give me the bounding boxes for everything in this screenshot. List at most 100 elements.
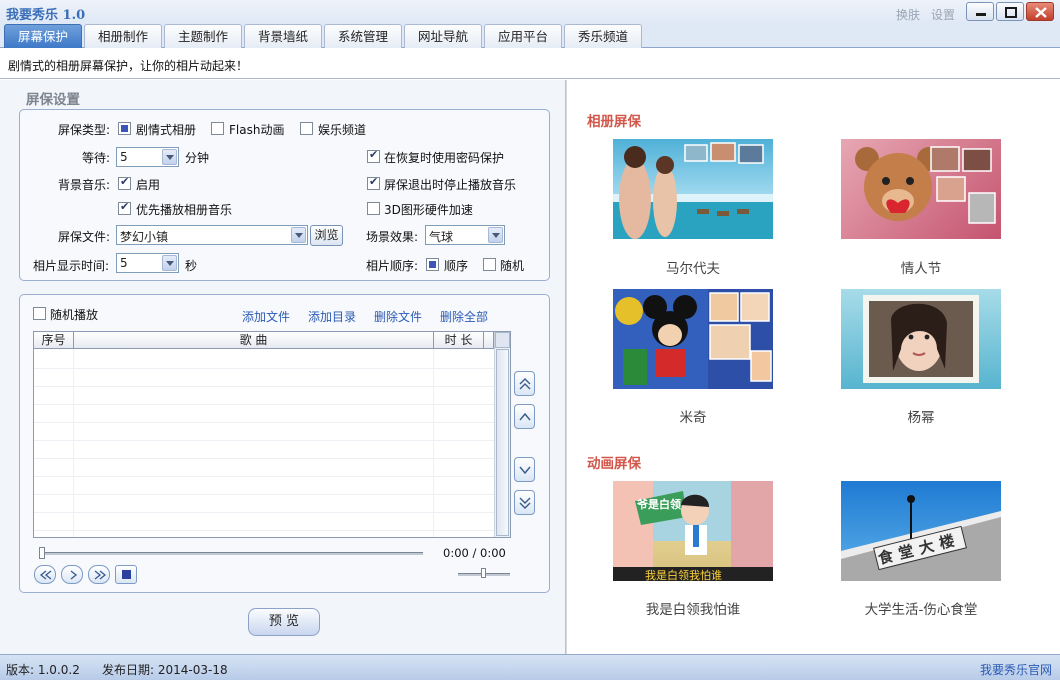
white-collar-sign-text: 爷是白领	[637, 498, 681, 511]
stop-music-checkbox[interactable]	[367, 175, 380, 190]
thumbnail-yangmi[interactable]	[841, 289, 1001, 389]
password-label: 在恢复时使用密码保护	[384, 151, 505, 165]
play-button[interactable]	[61, 565, 83, 584]
maximize-button[interactable]	[996, 2, 1024, 21]
column-header-duration[interactable]: 时 长	[434, 332, 484, 349]
bgm-enable-label: 启用	[136, 178, 161, 192]
title-bar: 我要秀乐 1.0 换肤 设置	[0, 0, 1060, 24]
play-icon	[70, 570, 78, 580]
settings-button[interactable]: 设置	[931, 6, 955, 23]
chevron-down-icon[interactable]	[162, 149, 177, 165]
photo-time-unit: 秒	[185, 259, 198, 273]
thumbnail-mickey[interactable]	[613, 289, 773, 389]
bgm-label: 背景音乐:	[58, 178, 111, 192]
caption-mickey: 米奇	[679, 410, 707, 426]
photo-time-select[interactable]: 5	[116, 253, 179, 273]
minimize-button[interactable]	[966, 2, 994, 21]
skin-button[interactable]: 换肤	[896, 6, 920, 23]
close-button[interactable]	[1026, 2, 1054, 21]
maldives-image	[613, 142, 773, 239]
previous-button[interactable]	[34, 565, 56, 584]
caption-valentine: 情人节	[900, 261, 942, 277]
preview-button[interactable]: 预 览	[248, 608, 320, 636]
chevron-down-icon	[519, 466, 531, 475]
column-header-spacer	[484, 332, 494, 349]
website-link[interactable]: 我要秀乐官网	[980, 661, 1052, 678]
priority-music-checkbox[interactable]	[118, 200, 131, 215]
photo-time-label: 相片显示时间:	[33, 259, 110, 273]
wait-unit: 分钟	[185, 151, 210, 165]
table-row	[34, 440, 494, 441]
move-up-button[interactable]	[514, 404, 535, 429]
thumbnail-maldives[interactable]	[613, 139, 773, 239]
settings-panel: 屏保设置 屏保类型: 剧情式相册 Flash动画 娱乐频道 等待: 5 分钟 在…	[0, 80, 566, 654]
stop-button[interactable]	[115, 565, 137, 584]
add-file-link[interactable]: 添加文件	[242, 308, 290, 325]
scene-effect-select[interactable]: 气球	[425, 225, 505, 245]
settings-group: 屏保类型: 剧情式相册 Flash动画 娱乐频道 等待: 5 分钟 在恢复时使用…	[19, 109, 550, 281]
section-title: 屏保设置	[26, 92, 80, 108]
add-dir-link[interactable]: 添加目录	[308, 308, 356, 325]
progress-slider-thumb[interactable]	[39, 547, 45, 559]
thumbnail-valentine[interactable]	[841, 139, 1001, 239]
tab-channel[interactable]: 秀乐频道	[564, 24, 642, 48]
thumbnail-white-collar[interactable]: 爷是白领 我是白领我怕谁	[613, 481, 773, 581]
table-row	[34, 494, 494, 495]
type-option-flash: Flash动画	[229, 123, 285, 137]
tab-navigation[interactable]: 网址导航	[404, 24, 482, 48]
progress-slider-track[interactable]	[40, 552, 423, 555]
tab-album[interactable]: 相册制作	[84, 24, 162, 48]
file-value: 梦幻小镇	[120, 230, 169, 244]
wait-label: 等待:	[82, 151, 111, 165]
version-text: 版本: 1.0.0.2	[6, 663, 80, 677]
table-row	[34, 530, 494, 531]
move-top-button[interactable]	[514, 371, 535, 396]
file-select[interactable]: 梦幻小镇	[116, 225, 308, 245]
photo-time-value: 5	[120, 256, 128, 270]
browse-button[interactable]: 浏览	[310, 225, 343, 246]
scroll-up-arrow[interactable]	[495, 332, 510, 348]
table-row	[34, 404, 494, 405]
password-checkbox[interactable]	[367, 148, 380, 163]
type-radio-flash[interactable]	[211, 122, 224, 135]
random-play-checkbox[interactable]	[33, 307, 46, 320]
delete-all-link[interactable]: 删除全部	[440, 308, 488, 325]
scene-effect-value: 气球	[429, 230, 454, 244]
file-label: 屏保文件:	[58, 230, 111, 244]
scroll-thumb[interactable]	[496, 349, 509, 536]
tab-screensaver[interactable]: 屏幕保护	[4, 24, 82, 48]
chevron-down-icon[interactable]	[488, 227, 503, 243]
app-title: 我要秀乐 1.0	[6, 8, 86, 23]
wait-select[interactable]: 5	[116, 147, 179, 167]
thumbnail-canteen[interactable]: 食堂大楼	[841, 481, 1001, 581]
tab-system[interactable]: 系统管理	[324, 24, 402, 48]
tab-wallpaper[interactable]: 背景墙纸	[244, 24, 322, 48]
move-down-button[interactable]	[514, 457, 535, 482]
table-scrollbar[interactable]	[494, 332, 510, 537]
scene-effect-label: 场景效果:	[366, 230, 419, 244]
status-bar: 版本: 1.0.0.2 发布日期: 2014-03-18 我要秀乐官网	[0, 654, 1060, 680]
mickey-image	[613, 289, 772, 389]
column-header-song[interactable]: 歌 曲	[74, 332, 434, 349]
hw-accel-checkbox[interactable]	[367, 202, 380, 215]
rewind-icon	[39, 570, 52, 580]
type-radio-entertainment[interactable]	[300, 122, 313, 135]
chevron-down-icon[interactable]	[162, 255, 177, 271]
delete-file-link[interactable]: 删除文件	[374, 308, 422, 325]
volume-slider-thumb[interactable]	[481, 568, 486, 578]
release-date-text: 发布日期: 2014-03-18	[102, 663, 228, 677]
next-button[interactable]	[88, 565, 110, 584]
chevron-down-icon[interactable]	[291, 227, 306, 243]
tab-theme[interactable]: 主题制作	[164, 24, 242, 48]
bgm-enable-checkbox[interactable]	[118, 175, 131, 190]
move-bottom-button[interactable]	[514, 490, 535, 515]
caption-maldives: 马尔代夫	[666, 261, 720, 277]
order-sequential-radio[interactable]	[426, 258, 439, 271]
song-table[interactable]: 序号 歌 曲 时 长	[33, 331, 511, 538]
type-radio-album[interactable]	[118, 122, 131, 135]
column-divider	[433, 349, 434, 537]
tab-apps[interactable]: 应用平台	[484, 24, 562, 48]
order-random-radio[interactable]	[483, 258, 496, 271]
column-header-index[interactable]: 序号	[34, 332, 74, 349]
subtitle-bar: 剧情式的相册屏幕保护，让你的相片动起来！	[0, 49, 1060, 79]
